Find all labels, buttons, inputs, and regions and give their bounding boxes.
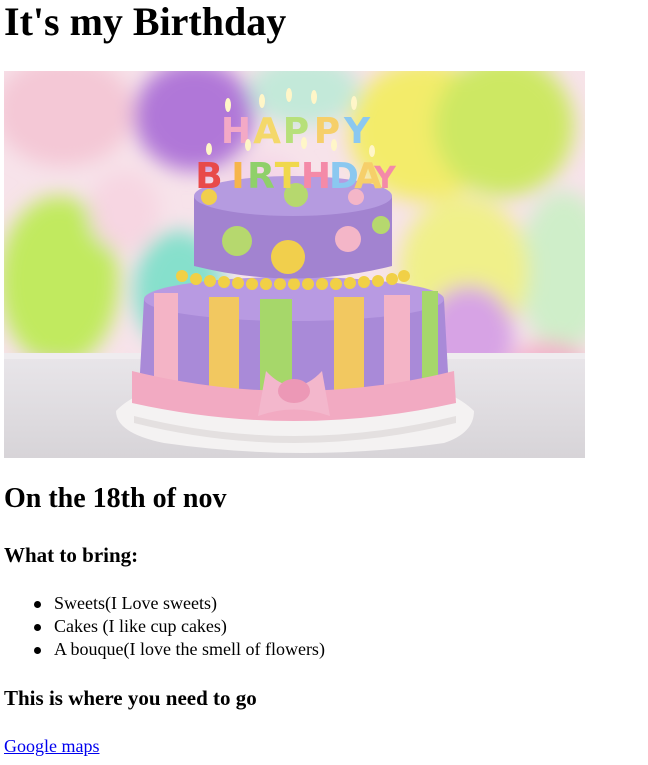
bullet-icon: [34, 624, 41, 631]
svg-text:I: I: [231, 156, 244, 197]
svg-text:R: R: [247, 156, 275, 197]
bullet-icon: [34, 647, 41, 654]
list-item-text: Sweets(I Love sweets): [54, 593, 217, 613]
list-item: Cakes (I like cup cakes): [4, 615, 325, 638]
list-item-text: Cakes (I like cup cakes): [54, 616, 227, 636]
birthday-cake-image: H A P P Y B I R T H D A Y: [4, 71, 585, 458]
date-heading: On the 18th of nov: [4, 483, 227, 514]
svg-text:A: A: [253, 111, 281, 152]
list-item: Sweets(I Love sweets): [4, 592, 325, 615]
google-maps-link[interactable]: Google maps: [4, 735, 99, 758]
bullet-icon: [34, 601, 41, 608]
svg-text:Y: Y: [343, 111, 371, 152]
what-to-bring-heading: What to bring:: [4, 543, 139, 567]
svg-text:H: H: [301, 156, 331, 197]
list-item: A bouque(I love the smell of flowers): [4, 638, 325, 661]
svg-text:Y: Y: [373, 161, 397, 196]
bring-list: Sweets(I Love sweets) Cakes (I like cup …: [4, 592, 325, 661]
svg-text:B: B: [195, 156, 222, 197]
page-title: It's my Birthday: [4, 0, 287, 44]
list-item-text: A bouque(I love the smell of flowers): [54, 639, 325, 659]
directions-heading: This is where you need to go: [4, 686, 257, 710]
svg-text:T: T: [275, 156, 300, 197]
